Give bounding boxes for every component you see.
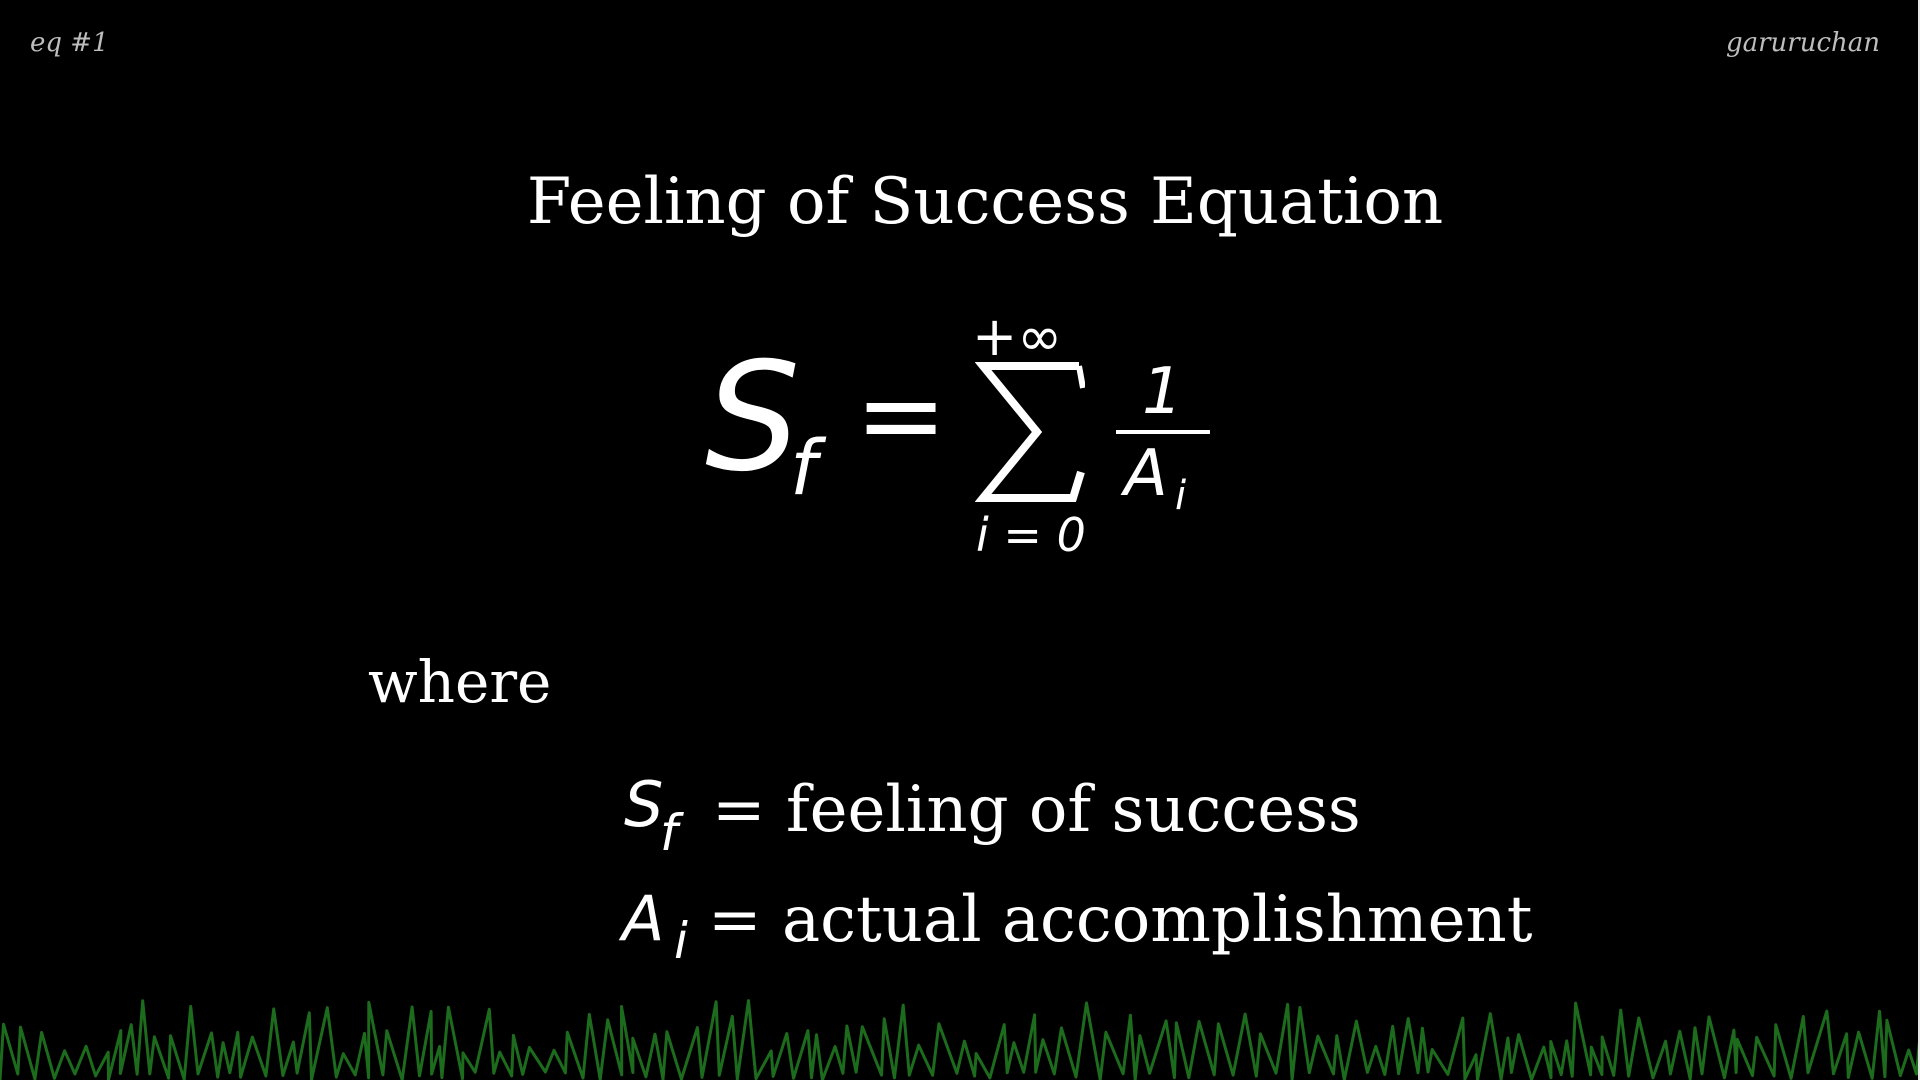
sum-upper-limit: +∞ xyxy=(972,305,1063,368)
definition-1-symbol: S xyxy=(624,768,664,841)
fraction-denominator-subscript: i xyxy=(1175,473,1187,519)
grass-decoration-icon xyxy=(0,999,1920,1080)
success-subscript: f xyxy=(790,423,817,512)
equation-number-label: eq #1 xyxy=(30,28,109,58)
definition-1-text: = feeling of success xyxy=(712,773,1361,847)
fraction-numerator: 1 xyxy=(1142,355,1183,429)
definition-2-text: = actual accomplishment xyxy=(708,883,1533,957)
slide: eq #1 garuruchan Feeling of Success Equa… xyxy=(0,0,1920,1080)
where-label: where xyxy=(368,648,552,716)
definition-2-symbol: A xyxy=(622,882,665,955)
slide-title: Feeling of Success Equation xyxy=(526,165,1444,239)
fraction-denominator-symbol: A xyxy=(1124,437,1168,511)
definition-2-subscript: i xyxy=(674,912,688,970)
summation-sign-icon xyxy=(975,362,1085,502)
definition-1-subscript: f xyxy=(660,804,678,862)
sum-lower-limit: i = 0 xyxy=(976,508,1086,562)
equals-sign: = xyxy=(855,351,948,479)
success-symbol: S xyxy=(705,331,801,505)
author-label: garuruchan xyxy=(1725,28,1880,58)
fraction-bar xyxy=(1116,430,1210,434)
